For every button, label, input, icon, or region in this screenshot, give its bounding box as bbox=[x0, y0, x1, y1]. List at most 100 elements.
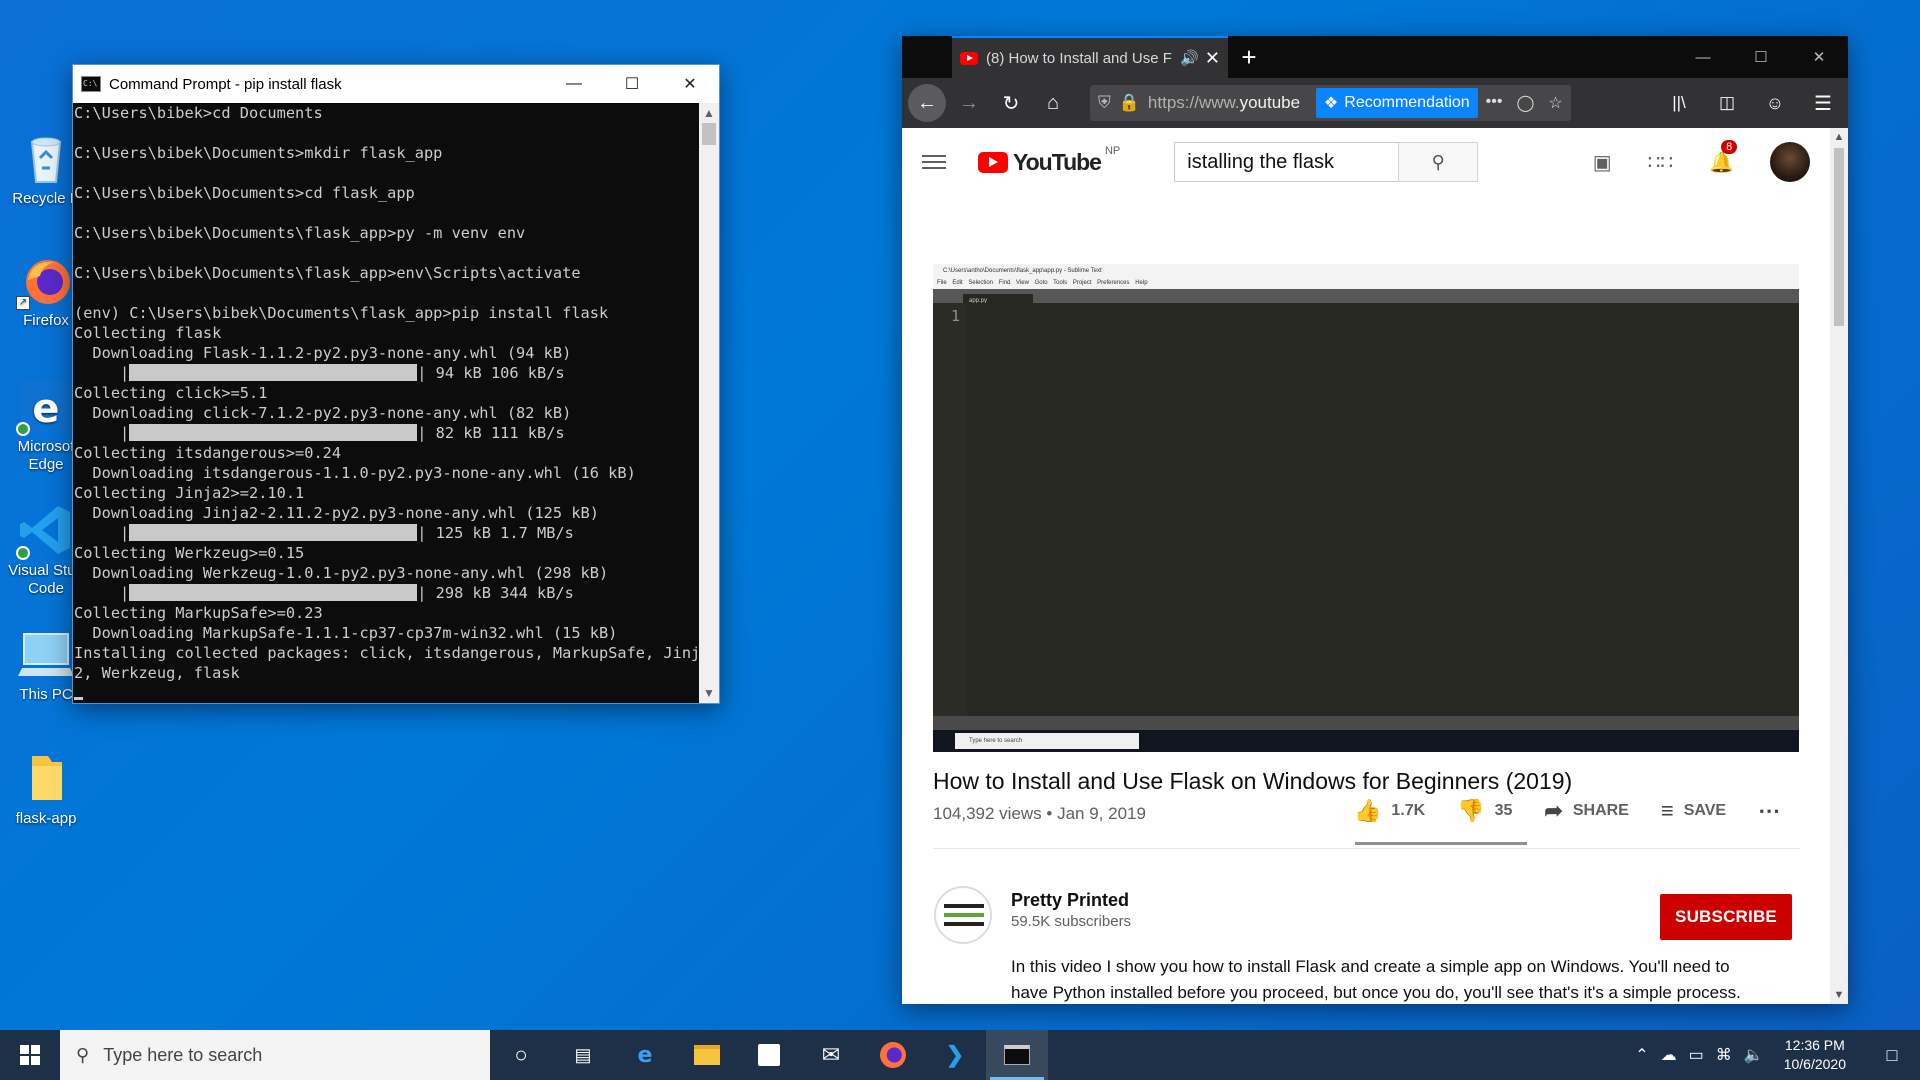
file-explorer-icon[interactable] bbox=[676, 1030, 738, 1080]
scroll-up-icon[interactable]: ▲ bbox=[1830, 128, 1848, 146]
start-button[interactable] bbox=[0, 1030, 60, 1080]
onedrive-cloud-icon[interactable]: ☁ bbox=[1661, 1045, 1677, 1065]
library-icon[interactable]: ||\ bbox=[1660, 84, 1698, 122]
search-icon: ⚲ bbox=[1431, 151, 1445, 172]
show-hidden-icons-icon[interactable]: ⌃ bbox=[1635, 1045, 1648, 1065]
search-button[interactable]: ⚲ bbox=[1398, 142, 1479, 182]
close-tab-icon[interactable]: ✕ bbox=[1205, 48, 1220, 69]
notifications-bell-icon[interactable]: 🔔 8 bbox=[1709, 139, 1738, 175]
text-cursor bbox=[74, 697, 83, 700]
firefox-window[interactable]: (8) How to Install and Use F 🔊 ✕ + — ☐ ✕… bbox=[902, 36, 1848, 1004]
pocket-icon[interactable]: ◯ bbox=[1516, 93, 1534, 113]
close-button[interactable]: ✕ bbox=[1790, 36, 1848, 78]
cmd-scrollbar[interactable]: ▲ ▼ bbox=[699, 103, 719, 703]
search-box: ⚲ bbox=[1174, 142, 1479, 182]
tab-youtube[interactable]: (8) How to Install and Use F 🔊 ✕ bbox=[952, 36, 1228, 78]
save-button[interactable]: ≡ SAVE bbox=[1661, 798, 1726, 824]
cmd-console-output[interactable]: C:\Users\bibek>cd Documents C:\Users\bibe… bbox=[73, 103, 699, 703]
speaker-icon[interactable]: 🔊 bbox=[1180, 49, 1199, 67]
console-line: | | 125 kB 1.7 MB/s bbox=[74, 524, 574, 542]
clock[interactable]: 12:36 PM 10/6/2020 bbox=[1784, 1036, 1846, 1074]
guide-menu-icon[interactable] bbox=[922, 155, 946, 169]
search-input[interactable] bbox=[1174, 142, 1399, 182]
scroll-down-icon[interactable]: ▼ bbox=[699, 683, 719, 703]
maximize-button[interactable]: ☐ bbox=[1732, 36, 1790, 78]
vscode-icon bbox=[16, 502, 74, 560]
console-line: | | 82 kB 111 kB/s bbox=[74, 424, 565, 442]
store-icon[interactable] bbox=[738, 1030, 800, 1080]
task-view-icon[interactable]: ▤ bbox=[552, 1030, 614, 1080]
back-button[interactable]: ← bbox=[908, 84, 946, 122]
console-line: C:\Users\bibek>cd Documents bbox=[74, 104, 323, 122]
cmd-titlebar[interactable]: C:\ Command Prompt - pip install flask —… bbox=[73, 65, 719, 103]
cmd-icon[interactable] bbox=[986, 1030, 1048, 1080]
console-line bbox=[74, 683, 699, 703]
wifi-icon[interactable]: ⌘ bbox=[1716, 1045, 1732, 1065]
url-bar[interactable]: ⛨ 🔒 https://www.youtube ❖ Recommendation … bbox=[1090, 85, 1571, 121]
share-button[interactable]: ➦ SHARE bbox=[1544, 798, 1628, 824]
edge-icon[interactable]: e bbox=[614, 1030, 676, 1080]
channel-name[interactable]: Pretty Printed bbox=[1011, 890, 1129, 911]
download-progress-bar bbox=[129, 364, 418, 381]
desktop-icon-flask-app[interactable]: flask-app bbox=[0, 750, 92, 828]
firefox-icon[interactable] bbox=[862, 1030, 924, 1080]
page-actions-icon[interactable]: ••• bbox=[1486, 93, 1503, 113]
url-text[interactable]: https://www.youtube bbox=[1148, 93, 1308, 113]
console-line: Downloading itsdangerous-1.1.0-py2.py3-n… bbox=[74, 464, 636, 482]
minimize-button[interactable]: — bbox=[1674, 36, 1732, 78]
dislike-button[interactable]: 👎 35 bbox=[1457, 798, 1512, 824]
recycle-bin-icon bbox=[18, 130, 74, 186]
youtube-logo[interactable]: YouTube NP bbox=[978, 145, 1120, 176]
console-line: Downloading Werkzeug-1.0.1-py2.py3-none-… bbox=[74, 564, 609, 582]
close-button[interactable]: ✕ bbox=[661, 65, 719, 103]
maximize-button[interactable]: ☐ bbox=[603, 65, 661, 103]
create-video-icon[interactable]: ▣ bbox=[1593, 150, 1612, 175]
video-player[interactable]: C:\Users\antho\Documents\flask_app\app.p… bbox=[933, 264, 1799, 752]
video-frame-window-title: C:\Users\antho\Documents\flask_app\app.p… bbox=[933, 264, 1799, 278]
taskbar-search-placeholder: Type here to search bbox=[103, 1044, 263, 1065]
subscribe-button[interactable]: SUBSCRIBE bbox=[1660, 894, 1792, 940]
time: 12:36 PM bbox=[1784, 1037, 1845, 1053]
like-button[interactable]: 👍 1.7K bbox=[1354, 798, 1425, 824]
new-tab-button[interactable]: + bbox=[1228, 36, 1270, 78]
console-line: Collecting MarkupSafe>=0.23 bbox=[74, 604, 323, 622]
taskbar-search-box[interactable]: ⚲ Type here to search bbox=[60, 1030, 490, 1080]
reload-button[interactable]: ↻ bbox=[992, 84, 1030, 122]
avatar[interactable] bbox=[1770, 142, 1810, 182]
account-icon[interactable]: ☺ bbox=[1756, 84, 1794, 122]
console-line: Installing collected packages: click, it… bbox=[74, 644, 699, 662]
mail-icon[interactable]: ✉ bbox=[800, 1030, 862, 1080]
thumbs-down-icon: 👎 bbox=[1457, 798, 1485, 823]
cmd-app-icon: C:\ bbox=[81, 76, 101, 92]
battery-icon[interactable]: ▭ bbox=[1689, 1045, 1704, 1065]
scroll-thumb[interactable] bbox=[702, 123, 716, 145]
bookmark-star-icon[interactable]: ☆ bbox=[1548, 93, 1562, 113]
recommendation-button[interactable]: ❖ Recommendation bbox=[1315, 88, 1478, 118]
console-line: (env) C:\Users\bibek\Documents\flask_app… bbox=[74, 304, 609, 322]
console-line: Downloading click-7.1.2-py2.py3-none-any… bbox=[74, 404, 572, 422]
scroll-thumb[interactable] bbox=[1834, 148, 1844, 326]
forward-button[interactable]: → bbox=[950, 84, 988, 122]
home-button[interactable]: ⌂ bbox=[1034, 84, 1072, 122]
shortcut-arrow-icon: ↗ bbox=[16, 296, 30, 310]
channel-avatar[interactable] bbox=[934, 886, 992, 944]
youtube-play-icon bbox=[978, 151, 1008, 173]
menu-icon[interactable]: ☰ bbox=[1804, 84, 1842, 122]
action-center-icon[interactable]: □ bbox=[1872, 1045, 1912, 1066]
cortana-icon[interactable]: ○ bbox=[490, 1030, 552, 1080]
volume-icon[interactable]: 🔈 bbox=[1744, 1045, 1764, 1065]
download-progress-text: | 125 kB 1.7 MB/s bbox=[417, 524, 574, 542]
more-actions-button[interactable]: ⋯ bbox=[1758, 798, 1780, 824]
notification-count-badge: 8 bbox=[1721, 139, 1738, 154]
sync-check-icon bbox=[16, 546, 30, 560]
scroll-up-icon[interactable]: ▲ bbox=[699, 103, 719, 123]
minimize-button[interactable]: — bbox=[545, 65, 603, 103]
shield-icon[interactable]: ⛨ bbox=[1098, 93, 1111, 113]
lock-icon[interactable]: 🔒 bbox=[1119, 93, 1140, 113]
page-scrollbar[interactable]: ▲ ▼ bbox=[1830, 128, 1848, 1004]
vscode-icon[interactable]: ❯ bbox=[924, 1030, 986, 1080]
scroll-down-icon[interactable]: ▼ bbox=[1830, 986, 1848, 1004]
sidebar-icon[interactable]: ◫ bbox=[1708, 84, 1746, 122]
apps-grid-icon[interactable]: ∷∷ bbox=[1648, 150, 1673, 175]
command-prompt-window[interactable]: C:\ Command Prompt - pip install flask —… bbox=[72, 64, 720, 704]
